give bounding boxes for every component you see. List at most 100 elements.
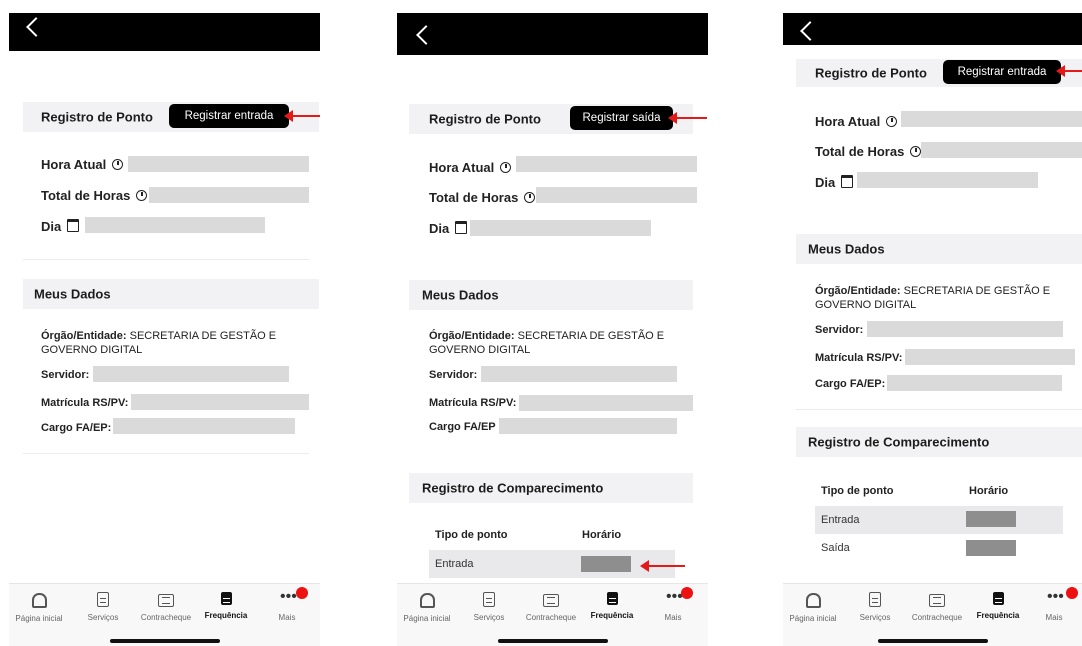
tab-frequencia[interactable]: Frequência	[970, 592, 1026, 620]
dia-label: Dia	[429, 221, 468, 236]
tab-home[interactable]: Página inicial	[399, 592, 455, 623]
col-horario: Horário	[582, 529, 622, 541]
home-indicator	[497, 639, 608, 643]
total-horas-label: Total de Horas	[815, 144, 922, 159]
notification-badge	[681, 587, 693, 599]
home-icon	[419, 593, 435, 608]
cargo-label: Cargo FA/EP:	[815, 378, 886, 390]
top-bar	[783, 13, 1082, 45]
bottom-tab-bar: Página inicial Serviços Contracheque Fre…	[9, 583, 320, 646]
dia-label: Dia	[815, 175, 854, 190]
hora-atual-label: Hora Atual	[429, 160, 512, 175]
phone-screen-2: Registro de Ponto Registrar saída Hora A…	[397, 13, 708, 646]
redacted-value	[470, 220, 651, 236]
phone-screen-3: Registro de Ponto Registrar entrada Hora…	[783, 13, 1082, 646]
orgao-entidade: Órgão/Entidade: SECRETARIA DE GESTÃO E G…	[429, 330, 665, 356]
clock-icon	[910, 146, 922, 157]
back-chevron-icon[interactable]	[26, 17, 46, 37]
divider	[796, 409, 1082, 410]
home-icon	[805, 593, 821, 608]
tab-home[interactable]: Página inicial	[11, 592, 67, 623]
redacted-time	[966, 540, 1016, 556]
clock-icon	[136, 190, 148, 201]
section-title: Registro de Ponto	[429, 111, 541, 127]
clock-icon	[524, 192, 536, 203]
frequency-icon	[606, 592, 618, 605]
services-icon	[97, 592, 109, 607]
redacted-value	[867, 321, 1063, 337]
meus-dados-header: Meus Dados	[796, 234, 1082, 264]
divider	[23, 259, 309, 260]
section-title: Meus Dados	[34, 286, 111, 302]
tab-home[interactable]: Página inicial	[785, 592, 841, 623]
services-icon	[869, 592, 881, 607]
orgao-entidade: Órgão/Entidade: SECRETARIA DE GESTÃO E G…	[815, 285, 1051, 311]
redacted-value	[113, 418, 295, 434]
services-icon	[483, 592, 495, 607]
registro-comparecimento-header: Registro de Comparecimento	[796, 427, 1082, 457]
meus-dados-header: Meus Dados	[23, 279, 319, 309]
tab-servicos[interactable]: Serviços	[75, 592, 131, 622]
registrar-entrada-button[interactable]: Registrar entrada	[943, 60, 1061, 84]
total-horas-label: Total de Horas	[41, 188, 148, 203]
calendar-icon	[841, 175, 854, 188]
home-indicator	[109, 639, 220, 643]
tipo-ponto-value: Entrada	[821, 514, 860, 526]
redacted-value	[905, 349, 1075, 365]
redacted-value	[149, 187, 309, 203]
registrar-entrada-button[interactable]: Registrar entrada	[169, 104, 289, 128]
more-dots-icon: •••	[666, 588, 683, 605]
tab-frequencia[interactable]: Frequência	[198, 592, 254, 620]
tab-contracheque[interactable]: Contracheque	[523, 592, 579, 622]
section-title: Meus Dados	[808, 241, 885, 257]
home-icon	[31, 593, 47, 608]
servidor-label: Servidor:	[429, 369, 478, 381]
back-chevron-icon[interactable]	[416, 25, 436, 45]
matricula-label: Matrícula RS/PV:	[41, 397, 129, 409]
tipo-ponto-value: Saída	[821, 542, 850, 554]
calendar-icon	[67, 219, 80, 232]
clock-icon	[886, 116, 898, 127]
annotation-arrow	[668, 112, 707, 124]
hora-atual-label: Hora Atual	[41, 157, 124, 172]
frequency-icon	[992, 592, 1004, 605]
tipo-ponto-value: Entrada	[435, 558, 474, 570]
redacted-value	[85, 217, 265, 233]
section-title: Meus Dados	[422, 287, 499, 303]
redacted-value	[901, 111, 1082, 127]
clock-icon	[112, 159, 124, 170]
tab-servicos[interactable]: Serviços	[847, 592, 903, 622]
registrar-saida-button[interactable]: Registrar saída	[570, 106, 673, 130]
redacted-value	[93, 366, 289, 382]
tab-contracheque[interactable]: Contracheque	[138, 592, 194, 622]
redacted-time	[581, 556, 631, 572]
cargo-label: Cargo FA/EP:	[41, 422, 112, 434]
divider	[23, 453, 309, 454]
redacted-value	[921, 142, 1082, 158]
cargo-label: Cargo FA/EP	[429, 421, 496, 433]
top-bar	[397, 13, 708, 55]
section-title: Registro de Comparecimento	[422, 480, 604, 496]
redacted-value	[481, 366, 677, 382]
back-chevron-icon[interactable]	[800, 21, 820, 41]
tab-frequencia[interactable]: Frequência	[584, 592, 640, 620]
redacted-value	[128, 156, 309, 172]
notification-badge	[1066, 587, 1078, 599]
col-tipo-ponto: Tipo de ponto	[821, 485, 894, 497]
annotation-arrow	[284, 110, 320, 122]
redacted-time	[966, 511, 1016, 527]
redacted-value	[857, 172, 1038, 188]
bottom-tab-bar: Página inicial Serviços Contracheque Fre…	[397, 583, 708, 646]
more-dots-icon: •••	[280, 588, 297, 605]
frequency-icon	[220, 592, 232, 605]
tab-servicos[interactable]: Serviços	[461, 592, 517, 622]
orgao-entidade: Órgão/Entidade: SECRETARIA DE GESTÃO E G…	[41, 330, 277, 356]
tab-contracheque[interactable]: Contracheque	[909, 592, 965, 622]
more-dots-icon: •••	[1047, 588, 1064, 605]
tab-mais[interactable]: ••• Mais	[645, 588, 701, 623]
servidor-label: Servidor:	[815, 324, 864, 336]
notification-badge	[296, 587, 308, 599]
section-title: Registro de Ponto	[41, 109, 153, 125]
paycheck-icon	[543, 594, 559, 607]
redacted-value	[499, 418, 677, 434]
